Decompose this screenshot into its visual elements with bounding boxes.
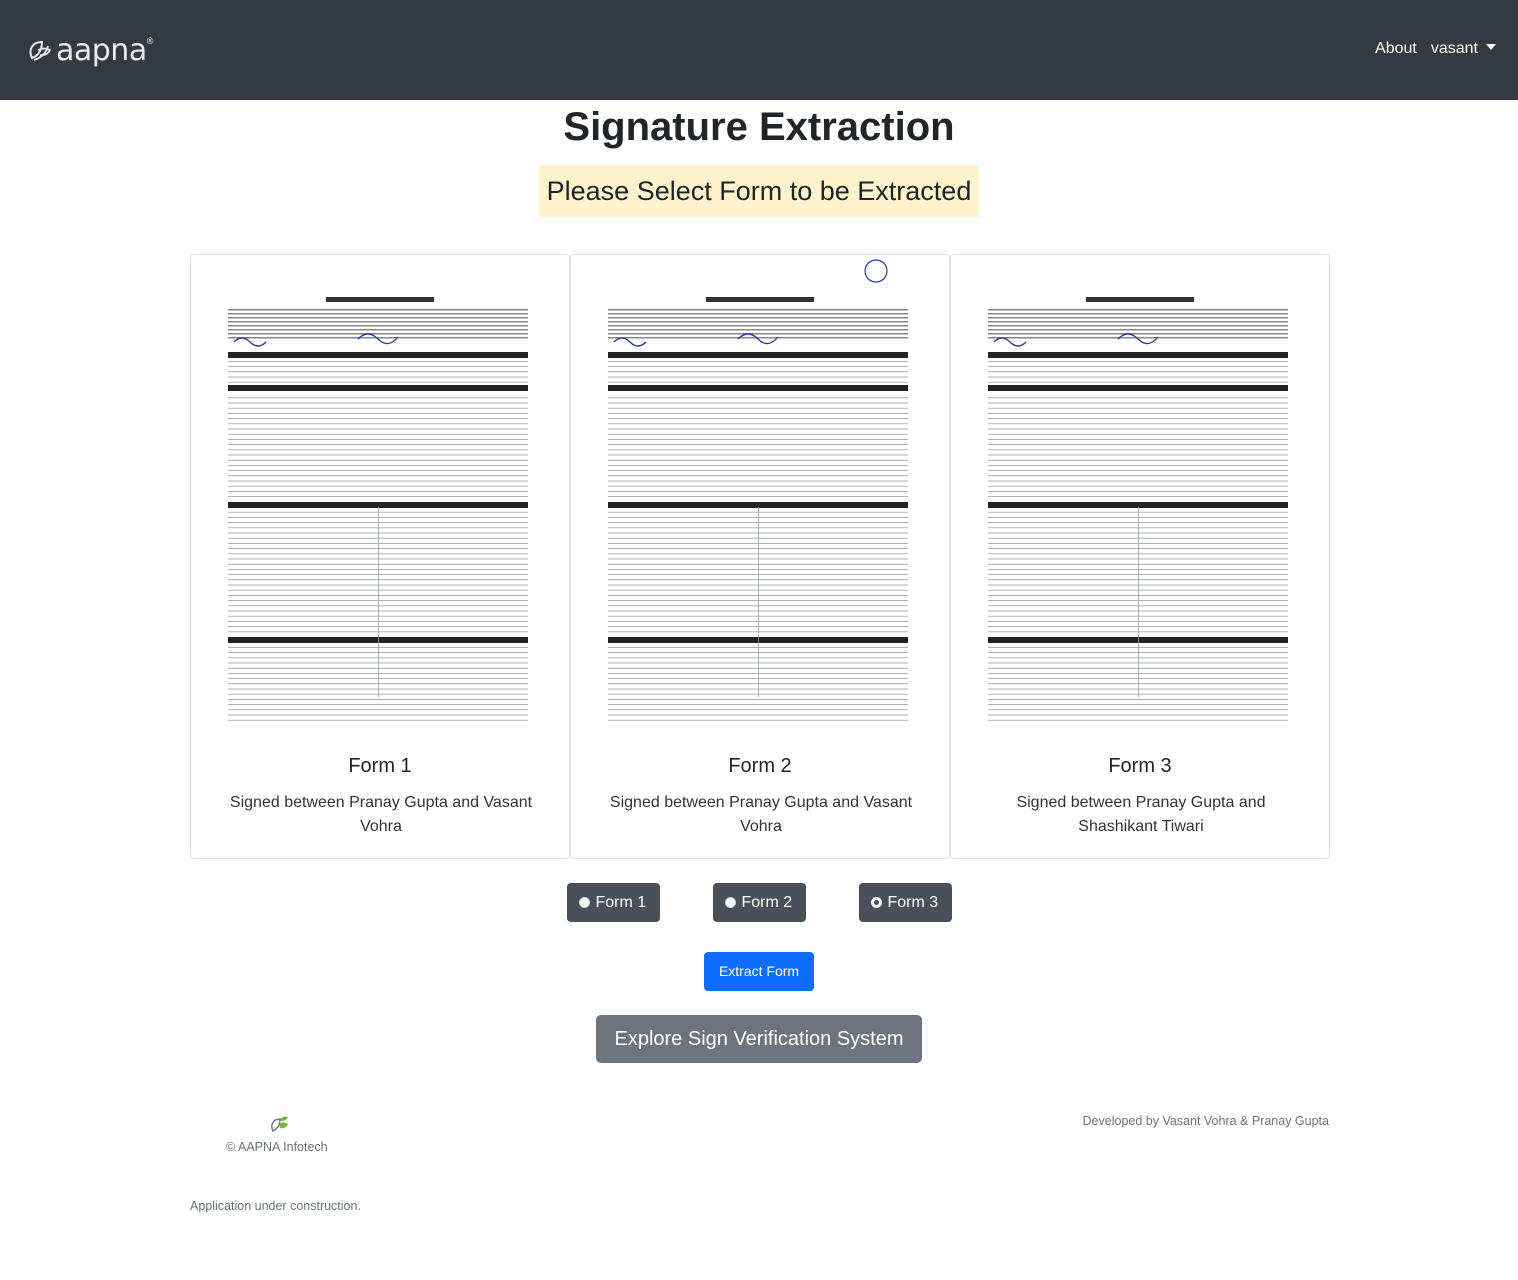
explore-sign-verification-button[interactable]: Explore Sign Verification System (596, 1015, 922, 1063)
radio-checked-icon[interactable] (870, 897, 882, 908)
user-menu-dropdown[interactable]: vasant (1431, 40, 1496, 58)
form-2-radio[interactable]: Form 2 (712, 883, 806, 922)
caret-down-icon (1486, 43, 1496, 50)
page-title: Signature Extraction (563, 105, 955, 149)
top-navbar: aapna ® About vasant (0, 0, 1518, 100)
form-card-description: Signed between Pranay Gupta and Vasant V… (229, 794, 533, 835)
leaf-logo-icon (29, 40, 52, 61)
form-card-description: Signed between Pranay Gupta and Shashika… (1016, 794, 1266, 835)
radio-unchecked-icon[interactable] (578, 897, 590, 908)
radio-label: Form 2 (741, 893, 793, 911)
form-3-radio[interactable]: Form 3 (858, 883, 952, 922)
footer-developed-by: Developed by Vasant Vohra & Pranay Gupta (1082, 1114, 1329, 1128)
page-subtitle: Please Select Form to be Extracted (538, 165, 980, 217)
form-3-image (968, 257, 1312, 733)
form-1-image (208, 257, 552, 733)
form-card-2[interactable]: Form 2 Signed between Pranay Gupta and V… (570, 254, 950, 859)
form-card-1[interactable]: Form 1 Signed between Pranay Gupta and V… (190, 254, 570, 859)
radio-unchecked-icon[interactable] (724, 897, 736, 908)
form-card-title: Form 3 (1108, 755, 1172, 777)
radio-label: Form 3 (887, 893, 939, 911)
form-1-radio[interactable]: Form 1 (566, 883, 660, 922)
form-card-title: Form 2 (728, 755, 792, 777)
form-card-3[interactable]: Form 3 Signed between Pranay Gupta and S… (950, 254, 1330, 859)
subtitle-container: Please Select Form to be Extracted (0, 165, 1518, 217)
form-radio-group: Form 1 Form 2 Form 3 (0, 883, 1518, 922)
footer-leaf-logo-icon (271, 1116, 288, 1132)
nav-about-link[interactable]: About (1375, 40, 1417, 58)
form-card-description: Signed between Pranay Gupta and Vasant V… (609, 794, 913, 835)
explore-container: Explore Sign Verification System (0, 1015, 1518, 1063)
radio-label: Form 1 (595, 893, 647, 911)
footer-copyright: © AAPNA Infotech (226, 1140, 328, 1154)
extract-form-button[interactable]: Extract Form (703, 952, 815, 991)
brand-name: aapna (56, 33, 147, 68)
construction-notice: Application under construction. (190, 1199, 361, 1213)
form-cards: Form 1 Signed between Pranay Gupta and V… (190, 254, 1330, 859)
user-name: vasant (1430, 40, 1478, 57)
form-card-title: Form 1 (348, 755, 412, 777)
brand-registered-mark: ® (146, 35, 154, 46)
nav-links: About vasant (1375, 40, 1496, 58)
extract-container: Extract Form (0, 952, 1518, 991)
form-2-image (588, 257, 932, 733)
brand-logo[interactable]: aapna ® (24, 33, 153, 68)
